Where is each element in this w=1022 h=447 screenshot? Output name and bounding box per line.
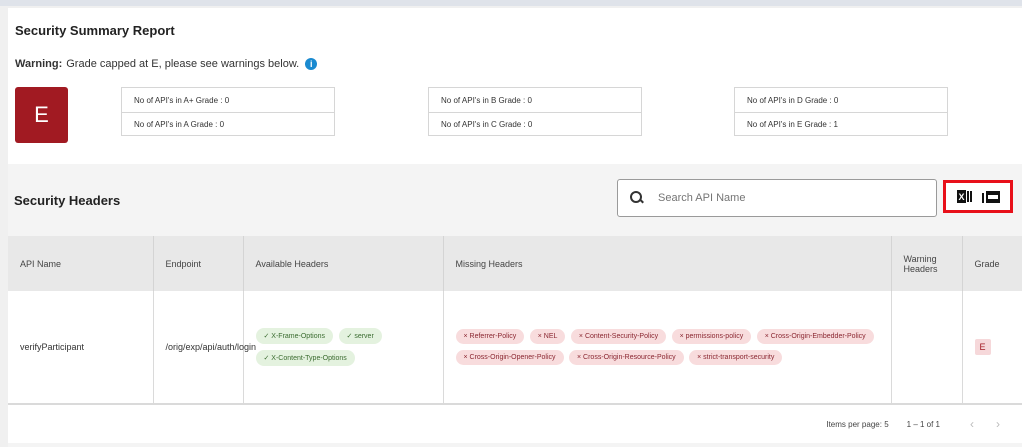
- grade-count-box-2: No of API's in B Grade : 0 No of API's i…: [428, 87, 642, 136]
- grade-count-b: No of API's in B Grade : 0: [441, 95, 532, 105]
- row-grade-badge: E: [974, 338, 991, 355]
- grade-count-box-1: No of API's in A+ Grade : 0 No of API's …: [121, 87, 335, 136]
- search-input[interactable]: [658, 192, 908, 204]
- search-box[interactable]: [617, 179, 937, 217]
- items-per-page-label: Items per page:: [826, 419, 882, 429]
- column-warning-headers[interactable]: Warning Headers: [891, 236, 963, 291]
- top-border: [0, 0, 1022, 6]
- warning-text: Grade capped at E, please see warnings b…: [66, 58, 300, 70]
- warning-message: Warning: Grade capped at E, please see w…: [15, 58, 318, 70]
- available-header-chip: ✓ X-Frame-Options: [255, 327, 333, 344]
- table-row[interactable]: verifyParticipant /orig/exp/api/auth/log…: [8, 291, 1022, 404]
- report-title: Security Summary Report: [15, 23, 175, 38]
- missing-header-chip: × permissions-policy: [671, 328, 752, 344]
- grade-count-a: No of API's in A Grade : 0: [122, 112, 334, 136]
- items-per-page-value[interactable]: 5: [884, 420, 888, 429]
- available-header-chip: ✓ server: [338, 327, 382, 344]
- warning-label: Warning:: [15, 58, 63, 70]
- cell-warning-headers: [891, 291, 963, 404]
- cell-grade: E: [962, 291, 1022, 404]
- items-per-page[interactable]: Items per page: 5: [826, 420, 888, 429]
- cell-missing-headers: × Referrer-Policy × NEL × Content-Securi…: [443, 291, 892, 404]
- missing-header-chip: × NEL: [529, 328, 566, 344]
- grade-count-e: No of API's in E Grade : 1: [735, 112, 947, 136]
- missing-header-chip: × Content-Security-Policy: [570, 328, 667, 344]
- missing-header-chip: × Referrer-Policy: [455, 328, 525, 344]
- cell-api-name: verifyParticipant: [8, 291, 154, 404]
- grade-count-aplus: No of API's in A+ Grade : 0: [134, 95, 230, 105]
- table-header-row: API Name Endpoint Available Headers Miss…: [8, 236, 1022, 291]
- missing-header-chip: × strict-transport-security: [689, 349, 783, 365]
- svg-text:X: X: [958, 192, 964, 202]
- pdf-export-icon[interactable]: [981, 190, 1000, 204]
- missing-header-chip: × Cross-Origin-Resource-Policy: [569, 349, 684, 365]
- cell-endpoint: /orig/exp/api/auth/login: [153, 291, 256, 404]
- missing-header-chip: × Cross-Origin-Embedder-Policy: [756, 328, 874, 344]
- missing-header-chip: × Cross-Origin-Opener-Policy: [455, 349, 564, 365]
- column-grade[interactable]: Grade: [962, 236, 1022, 291]
- search-icon: [630, 191, 644, 205]
- section-title: Security Headers: [14, 193, 121, 208]
- column-missing-headers[interactable]: Missing Headers: [443, 236, 892, 291]
- previous-page-icon[interactable]: ‹: [970, 417, 974, 431]
- overall-grade-badge: E: [15, 87, 68, 143]
- grade-count-d: No of API's in D Grade : 0: [747, 95, 839, 105]
- page-range: 1 – 1 of 1: [906, 419, 940, 429]
- column-endpoint[interactable]: Endpoint: [153, 236, 244, 291]
- pagination-bar: Items per page: 5 1 – 1 of 1 ‹ ›: [8, 404, 1022, 443]
- grade-count-c: No of API's in C Grade : 0: [429, 112, 641, 136]
- info-icon[interactable]: i: [305, 58, 318, 70]
- column-api-name[interactable]: API Name: [8, 236, 154, 291]
- excel-export-icon[interactable]: X: [956, 190, 974, 203]
- available-header-chip: ✓ X-Content-Type-Options: [255, 349, 355, 366]
- export-buttons: X: [943, 180, 1013, 213]
- cell-available-headers: ✓ X-Frame-Options ✓ server ✓ X-Content-T…: [243, 291, 444, 404]
- grade-count-box-3: No of API's in D Grade : 0 No of API's i…: [734, 87, 948, 136]
- column-available-headers[interactable]: Available Headers: [243, 236, 444, 291]
- next-page-icon[interactable]: ›: [996, 417, 1000, 431]
